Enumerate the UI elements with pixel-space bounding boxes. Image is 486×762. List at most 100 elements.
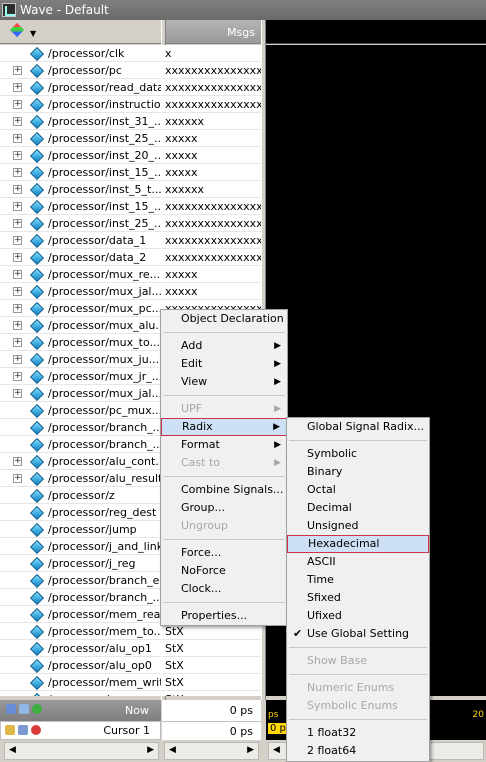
signal-row[interactable]: + /processor/mux_jal... <box>0 283 161 300</box>
insert-cursor-icon[interactable] <box>32 704 42 714</box>
radix-hexadecimal[interactable]: Hexadecimal <box>287 535 429 553</box>
cursor-row[interactable]: Cursor 1 <box>0 721 161 740</box>
radix-float32[interactable]: 1 float32 <box>287 724 429 742</box>
signal-row[interactable]: + /processor/pc <box>0 62 161 79</box>
signal-value-row[interactable]: xxxxx <box>162 266 261 283</box>
expand-toggle-icon[interactable]: + <box>13 457 22 466</box>
expand-toggle-icon[interactable]: + <box>13 168 22 177</box>
cursor-time-tag[interactable]: 0 p <box>268 723 288 734</box>
signal-row[interactable]: + /processor/inst_25_... <box>0 130 161 147</box>
signal-value-row[interactable]: StX <box>162 657 261 674</box>
expand-toggle-icon[interactable]: + <box>13 287 22 296</box>
signal-row[interactable]: + /processor/inst_5_t... <box>0 181 161 198</box>
scroll-left-icon[interactable]: ◀ <box>169 745 176 755</box>
signal-value-row[interactable]: xxxxxxxxxxxxxxx... <box>162 215 261 232</box>
expand-toggle-icon[interactable]: + <box>13 304 22 313</box>
expand-toggle-icon[interactable]: + <box>13 474 22 483</box>
signal-row[interactable]: + /processor/alu_result <box>0 470 161 487</box>
signal-value-row[interactable]: xxxxx <box>162 164 261 181</box>
radix-octal[interactable]: Octal <box>287 481 429 499</box>
scroll-left-icon[interactable]: ◀ <box>9 745 16 755</box>
signal-row[interactable]: + /processor/mux_jal... <box>0 385 161 402</box>
signal-format-dropdown[interactable]: ▼ <box>10 25 36 39</box>
signal-value-row[interactable]: xxxxxxxxxxxxxxx... <box>162 96 261 113</box>
scroll-right-icon[interactable]: ▶ <box>247 745 254 755</box>
radix-use-global-setting[interactable]: ✔ Use Global Setting <box>287 625 429 643</box>
radix-ascii[interactable]: ASCII <box>287 553 429 571</box>
signal-value-row[interactable]: xxxxx <box>162 130 261 147</box>
signal-value-row[interactable]: StX <box>162 691 261 696</box>
expand-toggle-icon[interactable]: + <box>13 134 22 143</box>
signal-row[interactable]: /processor/... <box>0 691 161 696</box>
menu-edit[interactable]: Edit ▶ <box>161 355 287 373</box>
expand-toggle-icon[interactable]: + <box>13 185 22 194</box>
expand-toggle-icon[interactable]: + <box>13 270 22 279</box>
signal-row[interactable]: + /processor/inst_31_... <box>0 113 161 130</box>
signal-row[interactable]: /processor/branch_... <box>0 436 161 453</box>
signal-row[interactable]: /processor/mem_write <box>0 674 161 691</box>
signal-row[interactable]: + /processor/mux_re... <box>0 266 161 283</box>
expand-toggle-icon[interactable]: + <box>13 253 22 262</box>
menu-format[interactable]: Format ▶ <box>161 436 287 454</box>
menu-object-declaration[interactable]: Object Declaration <box>161 310 287 328</box>
signal-row[interactable]: + /processor/read_data <box>0 79 161 96</box>
pencil-icon[interactable] <box>18 725 28 735</box>
signal-row[interactable]: /processor/alu_op0 <box>0 657 161 674</box>
signal-row[interactable]: /processor/j_and_link <box>0 538 161 555</box>
signal-row[interactable]: + /processor/mux_pc... <box>0 300 161 317</box>
signal-value-row[interactable]: x <box>162 45 261 62</box>
expand-toggle-icon[interactable]: + <box>13 66 22 75</box>
expand-toggle-icon[interactable]: + <box>13 355 22 364</box>
radix-binary[interactable]: Binary <box>287 463 429 481</box>
signal-value-row[interactable]: xxxxx <box>162 147 261 164</box>
signal-value-row[interactable]: xxxxxx <box>162 181 261 198</box>
signal-row[interactable]: + /processor/data_2 <box>0 249 161 266</box>
signal-value-row[interactable]: xxxxxxxxxxxxxxx... <box>162 62 261 79</box>
delete-cursor-icon[interactable] <box>31 725 41 735</box>
signal-row[interactable]: /processor/j_reg <box>0 555 161 572</box>
expand-toggle-icon[interactable]: + <box>13 202 22 211</box>
expand-toggle-icon[interactable]: + <box>13 236 22 245</box>
menu-view[interactable]: View ▶ <box>161 373 287 391</box>
signal-row[interactable]: /processor/clk <box>0 45 161 62</box>
expand-toggle-icon[interactable]: + <box>13 117 22 126</box>
signal-row[interactable]: + /processor/data_1 <box>0 232 161 249</box>
signal-row[interactable]: + /processor/inst_15_... <box>0 198 161 215</box>
radix-decimal[interactable]: Decimal <box>287 499 429 517</box>
signal-value-row[interactable]: xxxxxxxxxxxxxxx... <box>162 79 261 96</box>
values-horizontal-scrollbar[interactable]: ◀ ▶ <box>164 742 259 760</box>
radix-float64[interactable]: 2 float64 <box>287 742 429 760</box>
radix-time[interactable]: Time <box>287 571 429 589</box>
expand-toggle-icon[interactable]: + <box>13 100 22 109</box>
signal-row[interactable]: + /processor/inst_15_... <box>0 164 161 181</box>
radix-unsigned[interactable]: Unsigned <box>287 517 429 535</box>
radix-global-signal-radix[interactable]: Global Signal Radix... <box>287 418 429 436</box>
radix-ufixed[interactable]: Ufixed <box>287 607 429 625</box>
edit-cursor-icon[interactable] <box>19 704 29 714</box>
signal-row[interactable]: /processor/z <box>0 487 161 504</box>
signal-row[interactable]: + /processor/alu_cont... <box>0 453 161 470</box>
signal-value-row[interactable]: StX <box>162 674 261 691</box>
menu-combine-signals[interactable]: Combine Signals... <box>161 481 287 499</box>
signal-row[interactable]: + /processor/mux_jr_... <box>0 368 161 385</box>
lock-icon[interactable] <box>5 725 15 735</box>
signal-value-row[interactable]: xxxxxx <box>162 113 261 130</box>
menu-group[interactable]: Group... <box>161 499 287 517</box>
signal-row[interactable]: /processor/mem_to... <box>0 623 161 640</box>
signal-row[interactable]: /processor/branch_eq <box>0 572 161 589</box>
signal-value-row[interactable]: xxxxxxxxxxxxxxxx <box>162 198 261 215</box>
expand-toggle-icon[interactable]: + <box>13 321 22 330</box>
signal-row[interactable]: + /processor/mux_alu... <box>0 317 161 334</box>
scroll-right-icon[interactable]: ▶ <box>147 745 154 755</box>
expand-toggle-icon[interactable]: + <box>13 389 22 398</box>
menu-properties[interactable]: Properties... <box>161 607 287 625</box>
menu-noforce[interactable]: NoForce <box>161 562 287 580</box>
radix-sfixed[interactable]: Sfixed <box>287 589 429 607</box>
signal-row[interactable]: /processor/reg_dest <box>0 504 161 521</box>
signal-row[interactable]: + /processor/inst_25_... <box>0 215 161 232</box>
signal-row[interactable]: /processor/alu_op1 <box>0 640 161 657</box>
signal-row[interactable]: /processor/mem_read <box>0 606 161 623</box>
expand-toggle-icon[interactable]: + <box>13 219 22 228</box>
signal-value-row[interactable]: StX <box>162 640 261 657</box>
signal-row[interactable]: /processor/jump <box>0 521 161 538</box>
